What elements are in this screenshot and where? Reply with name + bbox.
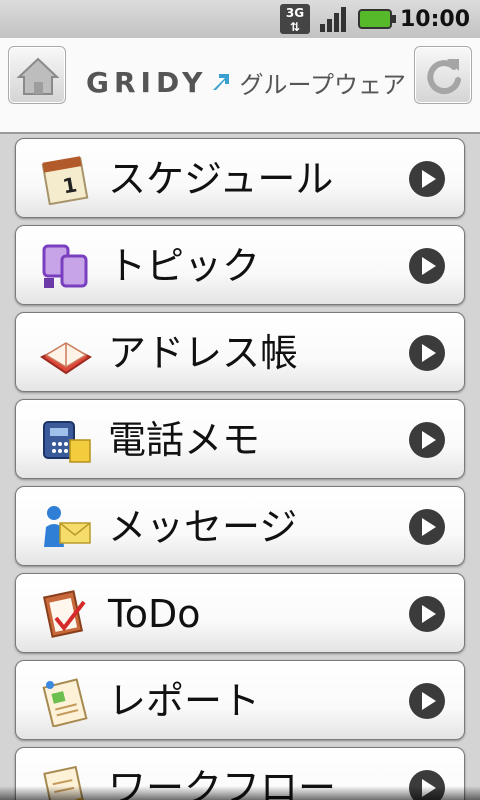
home-button[interactable] bbox=[8, 46, 66, 104]
arrow-right-icon bbox=[409, 596, 445, 632]
menu-item-label: アドレス帳 bbox=[108, 331, 299, 375]
signal-strength-icon bbox=[318, 4, 350, 34]
logo-brand: GRIDY bbox=[86, 65, 208, 99]
main-menu: 1 スケジュール トピック アドレス帳 電話メモ メッセージ ToDo レポート… bbox=[0, 134, 480, 800]
refresh-icon bbox=[427, 59, 461, 95]
menu-item-label: レポート bbox=[108, 679, 261, 723]
arrow-right-icon bbox=[409, 161, 445, 197]
status-clock: 10:00 bbox=[399, 6, 470, 32]
menu-item-message[interactable]: メッセージ bbox=[15, 486, 465, 566]
arrow-right-icon bbox=[409, 335, 445, 371]
menu-item-label: メッセージ bbox=[108, 505, 298, 549]
menu-item-label: 電話メモ bbox=[108, 418, 261, 462]
gridy-logo: GRIDY グループウェア bbox=[86, 62, 406, 102]
refresh-button[interactable] bbox=[414, 46, 472, 104]
address-book-icon bbox=[40, 342, 92, 375]
network-label: 3G bbox=[285, 6, 305, 20]
logo-arrow-icon bbox=[213, 74, 230, 90]
menu-item-label: ToDo bbox=[108, 592, 201, 636]
arrow-right-icon bbox=[409, 509, 445, 545]
menu-item-schedule[interactable]: 1 スケジュール bbox=[15, 138, 465, 218]
menu-item-label: スケジュール bbox=[108, 157, 334, 201]
status-bar: 3G ⇅ 10:00 bbox=[0, 0, 480, 38]
arrow-right-icon bbox=[409, 422, 445, 458]
topic-icon bbox=[42, 244, 88, 288]
logo-suffix: グループウェア bbox=[239, 70, 407, 99]
menu-item-label: トピック bbox=[108, 244, 261, 288]
report-icon bbox=[42, 678, 88, 727]
menu-item-report[interactable]: レポート bbox=[15, 660, 465, 740]
menu-item-todo[interactable]: ToDo bbox=[15, 573, 465, 653]
battery-icon bbox=[357, 9, 396, 29]
arrow-right-icon bbox=[409, 248, 445, 284]
menu-item-topic[interactable]: トピック bbox=[15, 225, 465, 305]
todo-icon bbox=[42, 590, 86, 638]
phone-memo-icon bbox=[43, 421, 91, 463]
network-3g-icon: 3G ⇅ bbox=[279, 4, 310, 34]
arrow-right-icon bbox=[409, 683, 445, 719]
menu-item-phone-memo[interactable]: 電話メモ bbox=[15, 399, 465, 479]
app-header: GRIDY グループウェア bbox=[0, 38, 480, 134]
menu-item-address-book[interactable]: アドレス帳 bbox=[15, 312, 465, 392]
bottom-scroll-shadow bbox=[0, 786, 480, 800]
home-icon bbox=[16, 57, 60, 95]
calendar-icon: 1 bbox=[41, 156, 89, 205]
message-icon bbox=[44, 506, 91, 547]
